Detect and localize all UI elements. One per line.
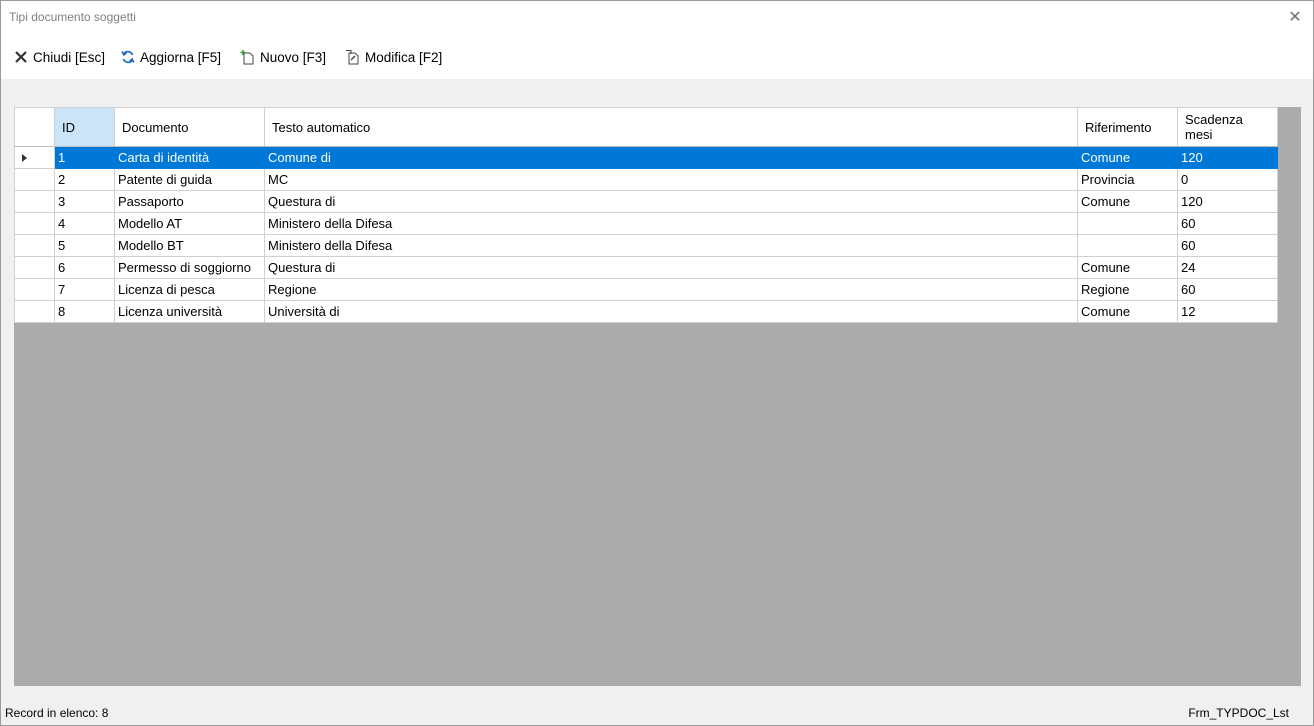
status-bar: Record in elenco: 8 Frm_TYPDOC_Lst	[1, 703, 1313, 725]
cell-id[interactable]: 1	[54, 146, 115, 169]
toolbar: Chiudi [Esc] Aggiorna [F5] Nuovo [F3] Mo…	[1, 33, 1313, 79]
column-header-documento[interactable]: Documento	[114, 107, 265, 147]
column-header-testo-automatico[interactable]: Testo automatico	[264, 107, 1078, 147]
window-close-button[interactable]: ✕	[1283, 6, 1307, 28]
table-row[interactable]: 2 Patente di guida MC Provincia 0	[14, 168, 1278, 191]
table-row[interactable]: 1 Carta di identità Comune di Comune 120	[14, 146, 1278, 169]
table-row[interactable]: 4 Modello AT Ministero della Difesa 60	[14, 212, 1278, 235]
cell-testo-automatico[interactable]: MC	[264, 168, 1078, 191]
row-selector[interactable]	[14, 278, 55, 301]
row-selector[interactable]	[14, 212, 55, 235]
table-row[interactable]: 8 Licenza università Università di Comun…	[14, 300, 1278, 323]
cell-scadenza-mesi[interactable]: 60	[1177, 212, 1278, 235]
cell-documento[interactable]: Modello AT	[114, 212, 265, 235]
cell-documento[interactable]: Licenza università	[114, 300, 265, 323]
table-row[interactable]: 6 Permesso di soggiorno Questura di Comu…	[14, 256, 1278, 279]
refresh-button-label: Aggiorna [F5]	[140, 49, 222, 65]
cell-riferimento[interactable]: Comune	[1077, 146, 1178, 169]
column-header-scadenza-mesi[interactable]: Scadenza mesi	[1177, 107, 1278, 147]
cell-testo-automatico[interactable]: Regione	[264, 278, 1078, 301]
document-types-table: ID Documento Testo automatico Riferiment…	[14, 107, 1278, 323]
new-document-icon	[240, 50, 254, 65]
close-icon	[15, 51, 27, 63]
cell-riferimento[interactable]	[1077, 212, 1178, 235]
row-selector[interactable]	[14, 190, 55, 213]
cell-scadenza-mesi[interactable]: 60	[1177, 234, 1278, 257]
cell-scadenza-mesi[interactable]: 120	[1177, 190, 1278, 213]
table-row[interactable]: 7 Licenza di pesca Regione Regione 60	[14, 278, 1278, 301]
cell-scadenza-mesi[interactable]: 0	[1177, 168, 1278, 191]
column-header-id[interactable]: ID	[54, 107, 115, 147]
cell-id[interactable]: 6	[54, 256, 115, 279]
cell-scadenza-mesi[interactable]: 12	[1177, 300, 1278, 323]
column-header-riferimento[interactable]: Riferimento	[1077, 107, 1178, 147]
cell-testo-automatico[interactable]: Questura di	[264, 256, 1078, 279]
close-icon: ✕	[1288, 9, 1302, 26]
window-title: Tipi documento soggetti	[9, 10, 136, 24]
table-row[interactable]: 5 Modello BT Ministero della Difesa 60	[14, 234, 1278, 257]
new-button-label: Nuovo [F3]	[260, 49, 327, 65]
cell-scadenza-mesi[interactable]: 24	[1177, 256, 1278, 279]
edit-button-label: Modifica [F2]	[365, 49, 443, 65]
cell-riferimento[interactable]: Comune	[1077, 300, 1178, 323]
close-button-label: Chiudi [Esc]	[33, 49, 106, 65]
row-selector[interactable]	[14, 300, 55, 323]
cell-documento[interactable]: Modello BT	[114, 234, 265, 257]
cell-testo-automatico[interactable]: Questura di	[264, 190, 1078, 213]
cell-documento[interactable]: Permesso di soggiorno	[114, 256, 265, 279]
dialog-window: Tipi documento soggetti ✕ Chiudi [Esc] A…	[0, 0, 1314, 726]
cell-documento[interactable]: Carta di identità	[114, 146, 265, 169]
data-grid[interactable]: ID Documento Testo automatico Riferiment…	[14, 107, 1301, 686]
cell-testo-automatico[interactable]: Comune di	[264, 146, 1078, 169]
cell-testo-automatico[interactable]: Ministero della Difesa	[264, 234, 1078, 257]
edit-button[interactable]: Modifica [F2]	[345, 47, 442, 67]
table-row[interactable]: 3 Passaporto Questura di Comune 120	[14, 190, 1278, 213]
cell-riferimento[interactable]	[1077, 234, 1178, 257]
cell-id[interactable]: 3	[54, 190, 115, 213]
cell-id[interactable]: 5	[54, 234, 115, 257]
edit-document-icon	[346, 50, 359, 65]
refresh-icon	[121, 50, 135, 64]
cell-id[interactable]: 8	[54, 300, 115, 323]
new-button[interactable]: Nuovo [F3]	[240, 47, 326, 67]
cell-testo-automatico[interactable]: Università di	[264, 300, 1078, 323]
current-row-arrow-icon	[22, 153, 27, 162]
cell-scadenza-mesi[interactable]: 120	[1177, 146, 1278, 169]
row-selector[interactable]	[14, 146, 55, 169]
cell-scadenza-mesi[interactable]: 60	[1177, 278, 1278, 301]
row-selector[interactable]	[14, 256, 55, 279]
cell-documento[interactable]: Licenza di pesca	[114, 278, 265, 301]
cell-id[interactable]: 2	[54, 168, 115, 191]
row-selector[interactable]	[14, 168, 55, 191]
close-button[interactable]: Chiudi [Esc]	[13, 47, 105, 67]
cell-documento[interactable]: Patente di guida	[114, 168, 265, 191]
header-row: ID Documento Testo automatico Riferiment…	[14, 107, 1278, 147]
title-bar: Tipi documento soggetti ✕	[1, 1, 1313, 33]
cell-id[interactable]: 7	[54, 278, 115, 301]
cell-riferimento[interactable]: Comune	[1077, 256, 1178, 279]
cell-documento[interactable]: Passaporto	[114, 190, 265, 213]
cell-riferimento[interactable]: Provincia	[1077, 168, 1178, 191]
refresh-button[interactable]: Aggiorna [F5]	[120, 47, 221, 67]
form-name: Frm_TYPDOC_Lst	[1188, 706, 1289, 720]
cell-id[interactable]: 4	[54, 212, 115, 235]
row-selector[interactable]	[14, 234, 55, 257]
cell-riferimento[interactable]: Regione	[1077, 278, 1178, 301]
cell-riferimento[interactable]: Comune	[1077, 190, 1178, 213]
row-header-corner	[14, 107, 55, 147]
cell-testo-automatico[interactable]: Ministero della Difesa	[264, 212, 1078, 235]
record-count: Record in elenco: 8	[5, 706, 109, 720]
